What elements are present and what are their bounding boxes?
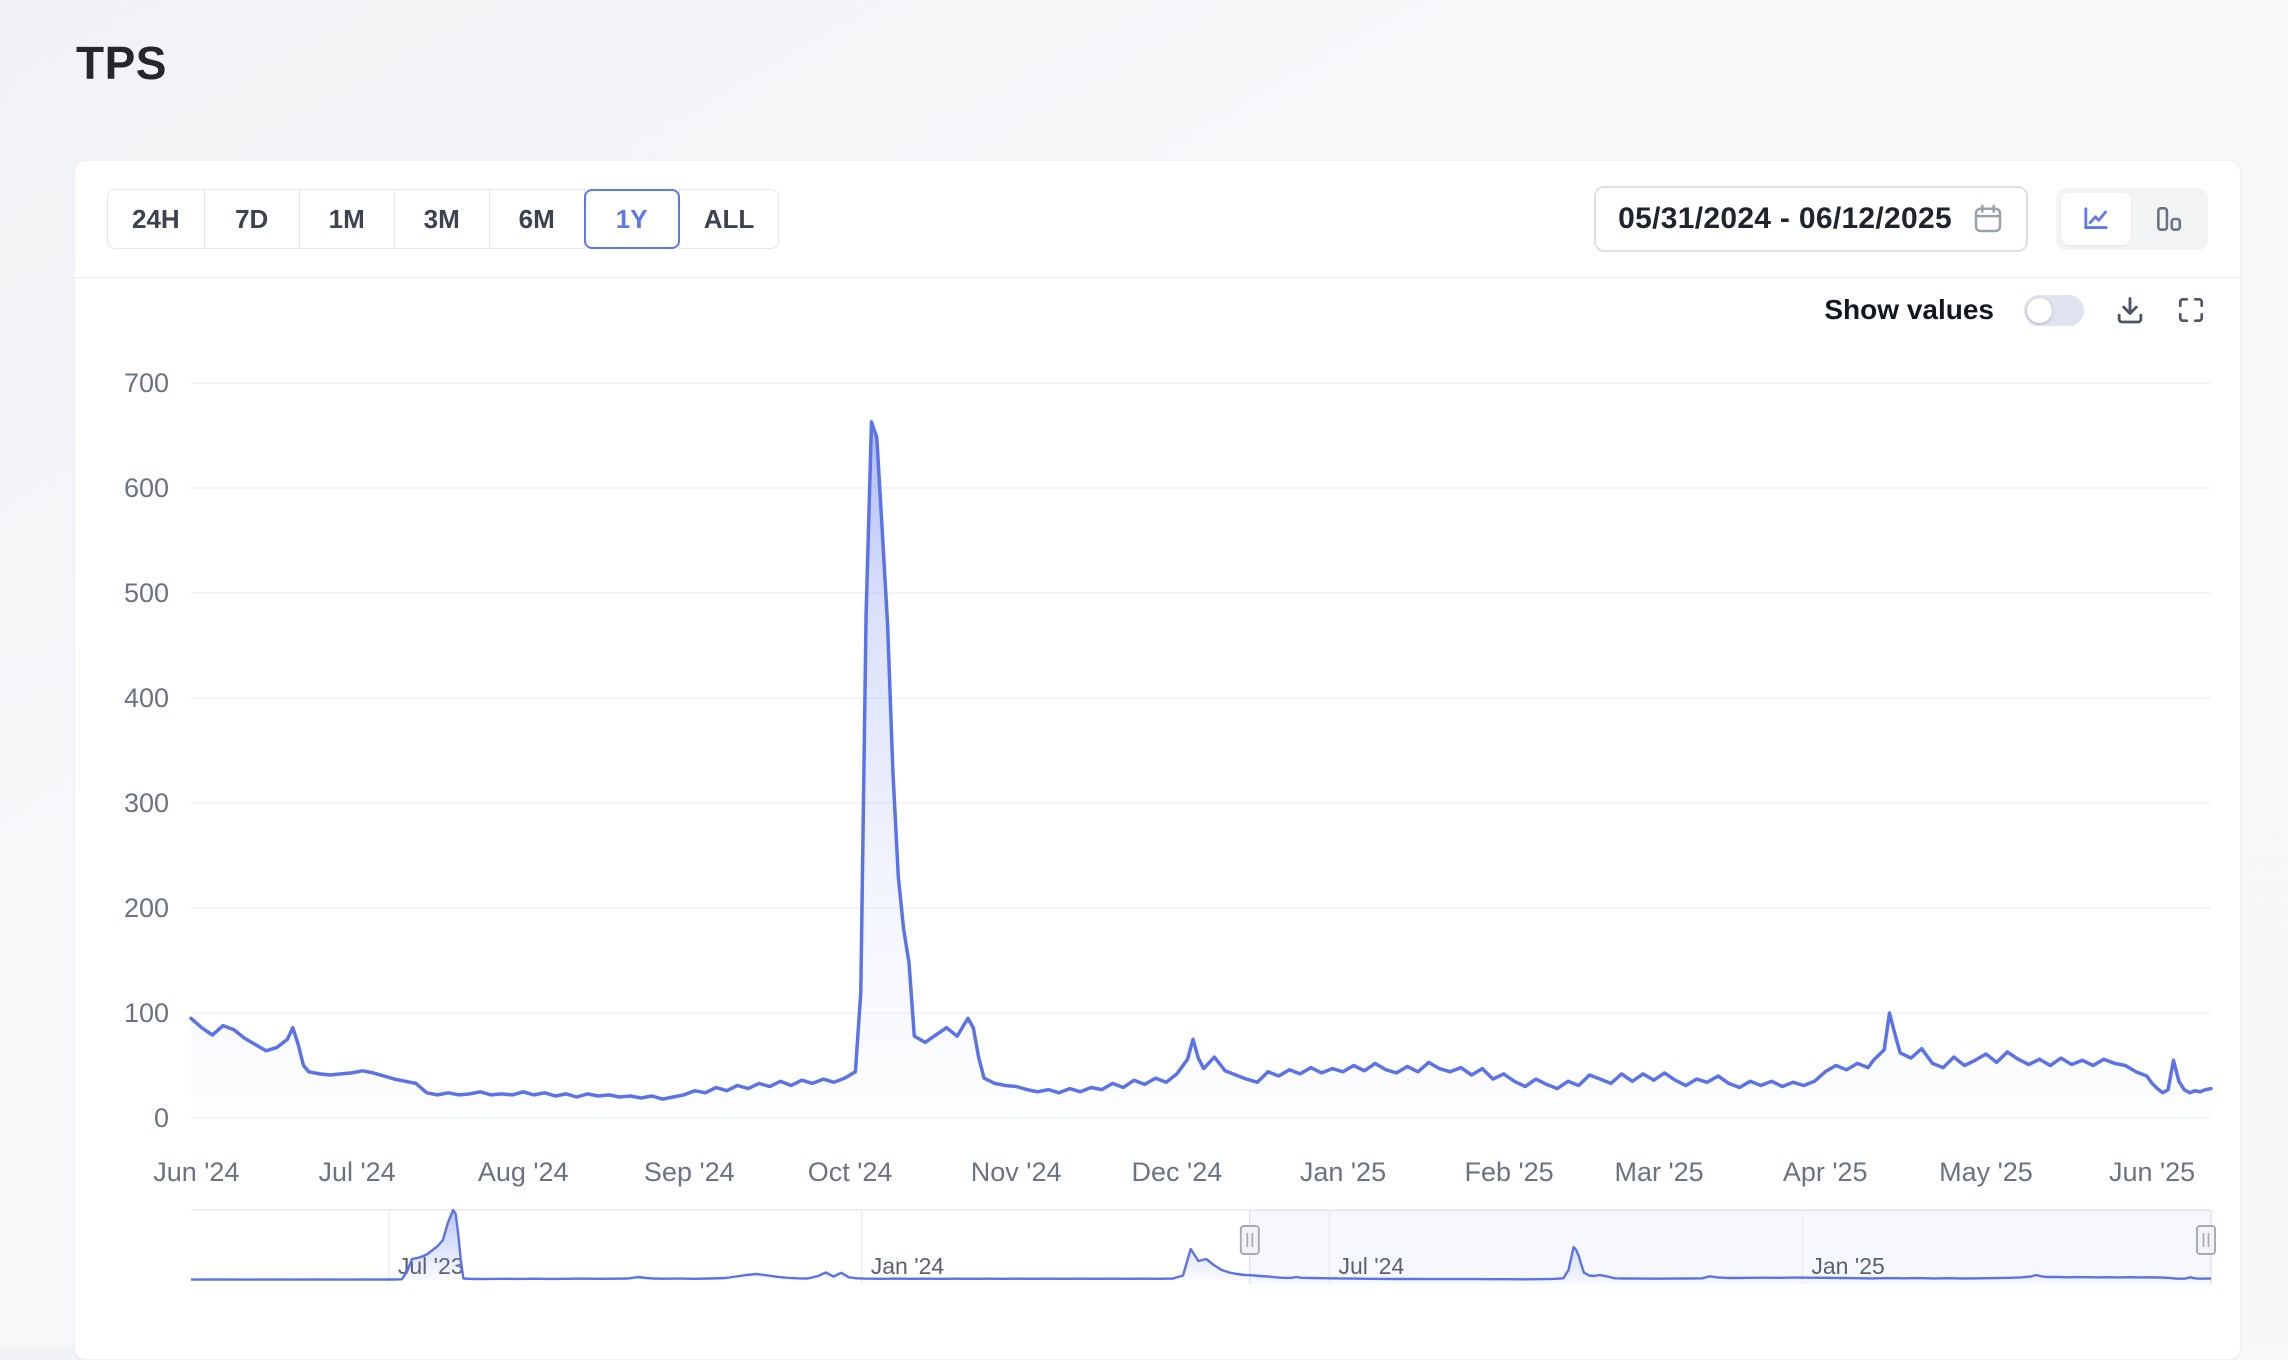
- download-icon: [2114, 294, 2146, 326]
- chart-controls: Show values: [1824, 294, 2206, 326]
- overview-tick-label: Jan '25: [1811, 1253, 1884, 1279]
- y-axis-labels: 0 100 200 300 400 500 600 700: [124, 368, 169, 1133]
- svg-text:Sep '24: Sep '24: [644, 1157, 735, 1187]
- calendar-icon: [1972, 203, 2004, 235]
- tps-chart[interactable]: 0 100 200 300 400 500 600 700 Jun '24 Jul '24 Aug …: [75, 278, 2240, 1348]
- download-button[interactable]: [2114, 294, 2146, 326]
- svg-text:Jul '24: Jul '24: [318, 1157, 395, 1187]
- svg-text:Aug '24: Aug '24: [478, 1157, 569, 1187]
- svg-text:600: 600: [124, 473, 169, 503]
- svg-text:300: 300: [124, 788, 169, 818]
- y-gridlines: [191, 383, 2211, 1118]
- svg-text:Mar '25: Mar '25: [1615, 1157, 1704, 1187]
- overview-handle-right[interactable]: [2197, 1226, 2215, 1254]
- chart-type-line-button[interactable]: [2061, 193, 2131, 245]
- toggle-knob: [2027, 298, 2052, 323]
- svg-text:Apr '25: Apr '25: [1783, 1157, 1868, 1187]
- svg-text:400: 400: [124, 683, 169, 713]
- bar-chart-icon: [2153, 204, 2183, 234]
- toolbar-right: 05/31/2024 - 06/12/2025: [1594, 186, 2208, 252]
- range-button-6m[interactable]: 6M: [489, 189, 585, 249]
- svg-text:Dec '24: Dec '24: [1132, 1157, 1223, 1187]
- svg-text:Feb '25: Feb '25: [1464, 1157, 1553, 1187]
- line-chart-icon: [2081, 204, 2111, 234]
- svg-text:May '25: May '25: [1939, 1157, 2033, 1187]
- show-values-label: Show values: [1824, 294, 1994, 326]
- svg-text:Jun '24: Jun '24: [153, 1157, 239, 1187]
- svg-text:0: 0: [154, 1103, 169, 1133]
- date-range-value: 05/31/2024 - 06/12/2025: [1618, 202, 1952, 236]
- svg-text:Oct '24: Oct '24: [808, 1157, 893, 1187]
- page-title: TPS: [76, 36, 167, 90]
- range-button-24h[interactable]: 24H: [107, 189, 205, 249]
- chart-toolbar: 24H7D1M3M6M1YALL 05/31/2024 - 06/12/2025: [75, 161, 2240, 278]
- svg-text:Jun '25: Jun '25: [2109, 1157, 2195, 1187]
- svg-text:200: 200: [124, 893, 169, 923]
- range-button-3m[interactable]: 3M: [394, 189, 490, 249]
- range-button-1m[interactable]: 1M: [299, 189, 395, 249]
- tps-line: [191, 422, 2211, 1099]
- chart-area: Show values: [75, 278, 2240, 1360]
- range-button-7d[interactable]: 7D: [204, 189, 300, 249]
- chart-card: 24H7D1M3M6M1YALL 05/31/2024 - 06/12/2025: [74, 160, 2241, 1360]
- chart-type-bar-button[interactable]: [2133, 193, 2203, 245]
- svg-text:500: 500: [124, 578, 169, 608]
- overview-tick-label: Jan '24: [871, 1253, 945, 1279]
- svg-text:100: 100: [124, 998, 169, 1028]
- svg-text:Jan '25: Jan '25: [1300, 1157, 1386, 1187]
- range-button-1y[interactable]: 1Y: [584, 189, 680, 249]
- x-axis-labels: Jun '24 Jul '24 Aug '24 Sep '24 Oct '24 Nov '…: [153, 1157, 2195, 1187]
- fullscreen-icon: [2176, 295, 2206, 325]
- overview-tick-label: Jul '24: [1338, 1253, 1404, 1279]
- time-range-button-group: 24H7D1M3M6M1YALL: [107, 189, 779, 249]
- fullscreen-button[interactable]: [2176, 295, 2206, 325]
- svg-text:700: 700: [124, 368, 169, 398]
- show-values-toggle[interactable]: [2024, 295, 2084, 326]
- date-range-picker[interactable]: 05/31/2024 - 06/12/2025: [1594, 186, 2028, 252]
- chart-type-toggle-group: [2056, 188, 2208, 250]
- overview-handle-left[interactable]: [1241, 1226, 1259, 1254]
- range-button-all[interactable]: ALL: [679, 189, 780, 249]
- svg-text:Nov '24: Nov '24: [971, 1157, 1062, 1187]
